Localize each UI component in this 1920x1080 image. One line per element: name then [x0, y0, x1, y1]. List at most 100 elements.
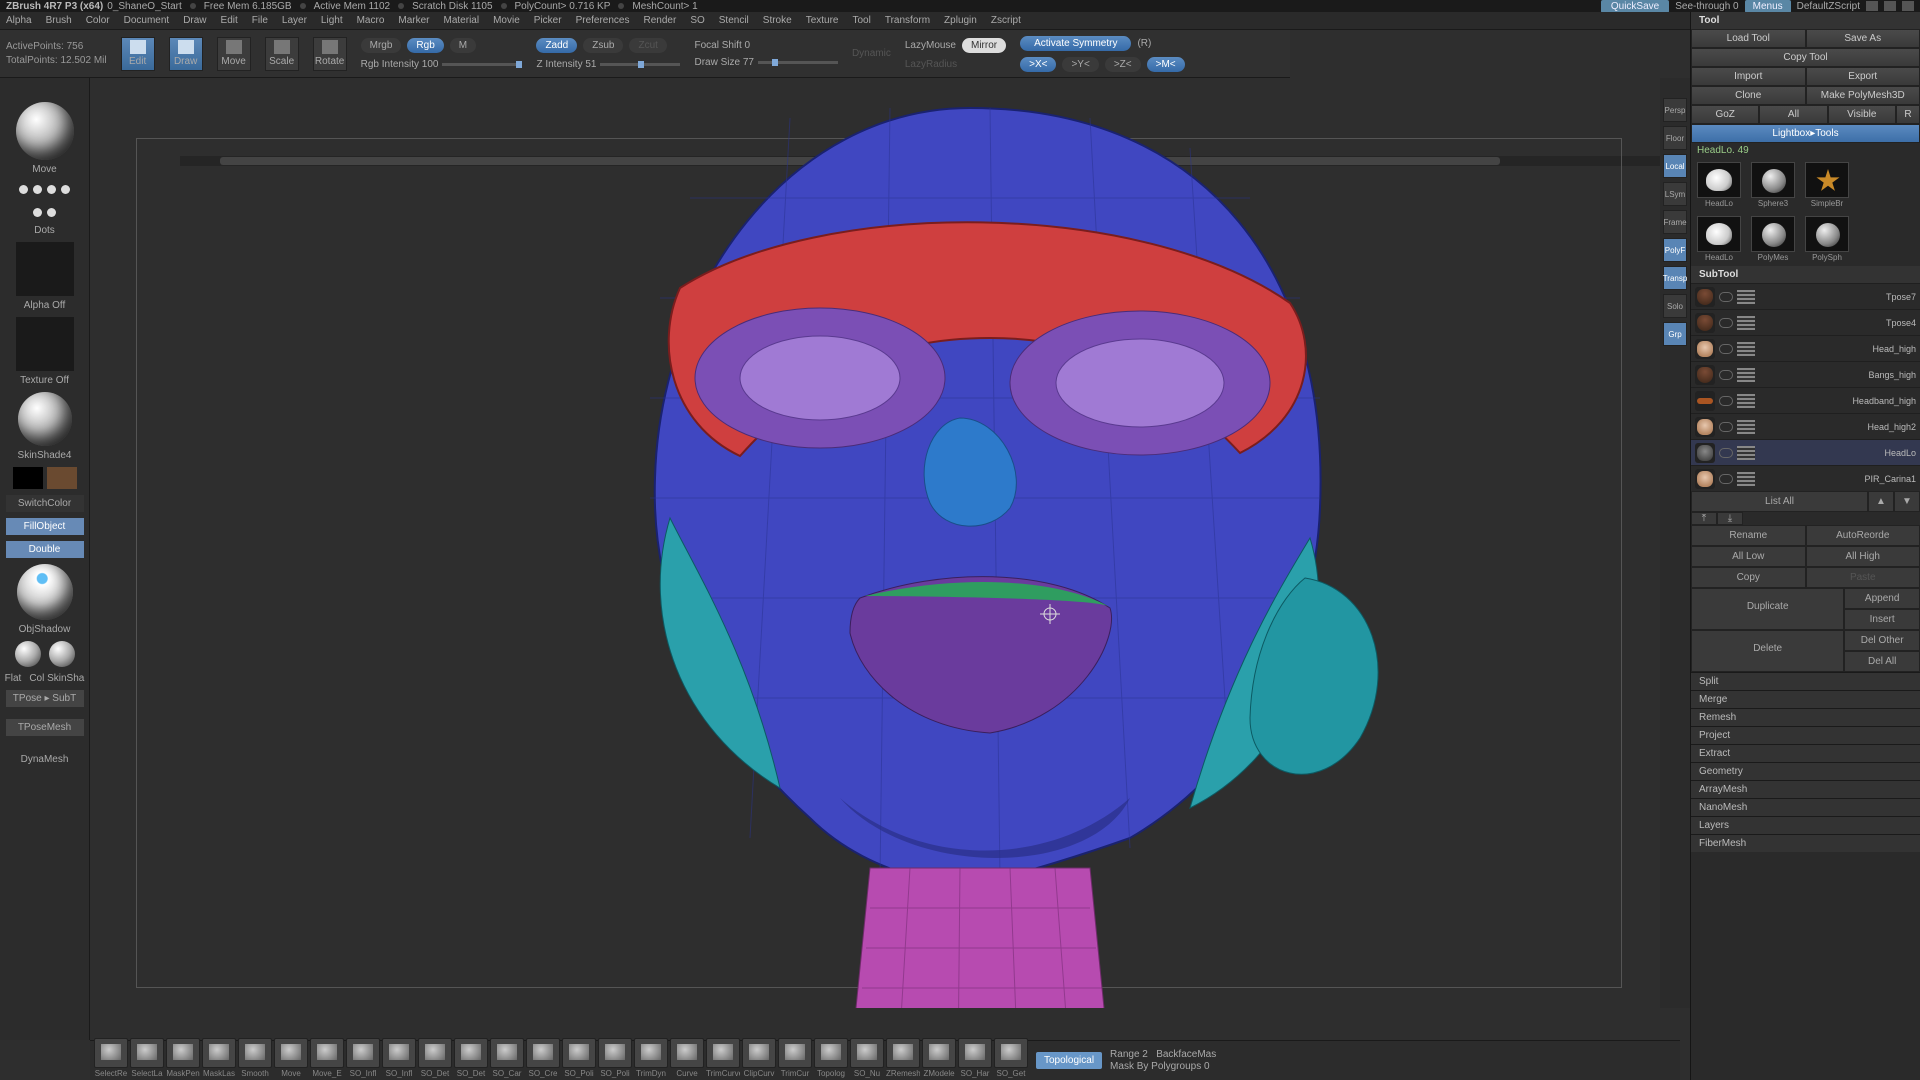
lsym-toggle[interactable]: LSym [1663, 182, 1687, 206]
seethrough-slider[interactable]: See-through 0 [1675, 1, 1738, 12]
layers-section[interactable]: Layers [1691, 816, 1920, 834]
menu-zplugin[interactable]: Zplugin [944, 15, 977, 26]
shelf-brush-19[interactable]: TrimCur [778, 1038, 812, 1078]
menu-material[interactable]: Material [444, 15, 480, 26]
rgb-intensity-slider[interactable]: Rgb Intensity 100 [361, 59, 523, 70]
menu-alpha[interactable]: Alpha [6, 15, 32, 26]
move-bottom-button[interactable]: ⤓ [1717, 512, 1743, 525]
del-all-button[interactable]: Del All [1844, 651, 1920, 672]
shelf-brush-23[interactable]: ZModele [922, 1038, 956, 1078]
dynamesh-button[interactable]: DynaMesh [21, 754, 69, 765]
shelf-brush-10[interactable]: SO_Det [454, 1038, 488, 1078]
frame-button[interactable]: Frame [1663, 210, 1687, 234]
menu-picker[interactable]: Picker [534, 15, 562, 26]
shelf-brush-4[interactable]: Smooth [238, 1038, 272, 1078]
shelf-brush-16[interactable]: Curve [670, 1038, 704, 1078]
menu-tool[interactable]: Tool [852, 15, 870, 26]
geometry-section[interactable]: Geometry [1691, 762, 1920, 780]
viewport[interactable] [90, 78, 1660, 1008]
menu-color[interactable]: Color [86, 15, 110, 26]
all-high-button[interactable]: All High [1806, 546, 1920, 567]
shelf-brush-13[interactable]: SO_Poli [562, 1038, 596, 1078]
all-low-button[interactable]: All Low [1691, 546, 1806, 567]
polyf-toggle[interactable]: PolyF [1663, 238, 1687, 262]
minimize-icon[interactable] [1866, 1, 1878, 11]
draw-mode-button[interactable]: Draw [169, 37, 203, 71]
shelf-brush-9[interactable]: SO_Det [418, 1038, 452, 1078]
subtool-row[interactable]: Tpose4 [1691, 309, 1920, 335]
eye-icon[interactable] [1719, 448, 1733, 458]
eye-icon[interactable] [1719, 422, 1733, 432]
scale-mode-button[interactable]: Scale [265, 37, 299, 71]
del-other-button[interactable]: Del Other [1844, 630, 1920, 651]
menu-movie[interactable]: Movie [493, 15, 520, 26]
zsub-toggle[interactable]: Zsub [583, 38, 623, 53]
tool-thumb-4[interactable]: PolyMes [1749, 216, 1797, 262]
list-all-button[interactable]: List All [1691, 491, 1868, 512]
menu-render[interactable]: Render [644, 15, 677, 26]
autoreorder-button[interactable]: AutoReorde [1806, 525, 1920, 546]
append-button[interactable]: Append [1844, 588, 1920, 609]
subtool-row[interactable]: HeadLo [1691, 439, 1920, 465]
copy-button[interactable]: Copy [1691, 567, 1806, 588]
shelf-brush-24[interactable]: SO_Har [958, 1038, 992, 1078]
transp-toggle[interactable]: Transp [1663, 266, 1687, 290]
paste-button[interactable]: Paste [1806, 567, 1920, 588]
goz-all-button[interactable]: All [1759, 105, 1827, 124]
fillobject-button[interactable]: FillObject [6, 518, 84, 535]
local-toggle[interactable]: Local [1663, 154, 1687, 178]
m-toggle[interactable]: M [450, 38, 476, 53]
solo-toggle[interactable]: Solo [1663, 294, 1687, 318]
subtool-row[interactable]: Headband_high [1691, 387, 1920, 413]
rotate-mode-button[interactable]: Rotate [313, 37, 347, 71]
sym-m-toggle[interactable]: >M< [1147, 57, 1185, 72]
save-as-button[interactable]: Save As [1806, 29, 1920, 48]
move-top-button[interactable]: ⤒ [1691, 512, 1717, 525]
split-section[interactable]: Split [1691, 672, 1920, 690]
floor-toggle[interactable]: Floor [1663, 126, 1687, 150]
menus-toggle[interactable]: Menus [1745, 0, 1791, 13]
export-button[interactable]: Export [1806, 67, 1920, 86]
tool-thumb-3[interactable]: HeadLo [1695, 216, 1743, 262]
menu-file[interactable]: File [252, 15, 268, 26]
fibermesh-section[interactable]: FiberMesh [1691, 834, 1920, 852]
eye-icon[interactable] [1719, 474, 1733, 484]
menu-macro[interactable]: Macro [357, 15, 385, 26]
topological-toggle[interactable]: Topological [1036, 1052, 1102, 1069]
subtool-header[interactable]: SubTool [1691, 266, 1920, 283]
move-up-button[interactable]: ▲ [1868, 491, 1894, 512]
remesh-section[interactable]: Remesh [1691, 708, 1920, 726]
rename-button[interactable]: Rename [1691, 525, 1806, 546]
subtool-row[interactable]: Head_high2 [1691, 413, 1920, 439]
shadow-thumb[interactable] [17, 564, 73, 620]
shelf-brush-1[interactable]: SelectLa [130, 1038, 164, 1078]
subtool-row[interactable]: Bangs_high [1691, 361, 1920, 387]
menu-document[interactable]: Document [124, 15, 170, 26]
menu-preferences[interactable]: Preferences [576, 15, 630, 26]
make-polymesh-button[interactable]: Make PolyMesh3D [1806, 86, 1920, 105]
move-mode-button[interactable]: Move [217, 37, 251, 71]
alpha-thumb[interactable] [16, 242, 74, 296]
insert-button[interactable]: Insert [1844, 609, 1920, 630]
color-swatches[interactable] [13, 467, 77, 489]
eye-icon[interactable] [1719, 370, 1733, 380]
project-section[interactable]: Project [1691, 726, 1920, 744]
shelf-brush-20[interactable]: Topolog [814, 1038, 848, 1078]
eye-icon[interactable] [1719, 292, 1733, 302]
shelf-brush-11[interactable]: SO_Car [490, 1038, 524, 1078]
eye-icon[interactable] [1719, 318, 1733, 328]
shelf-brush-3[interactable]: MaskLas [202, 1038, 236, 1078]
tool-thumb-2[interactable]: SimpleBr [1803, 162, 1851, 208]
brush-thumb[interactable] [16, 102, 74, 160]
quicksave-button[interactable]: QuickSave [1601, 0, 1669, 13]
tool-thumb-1[interactable]: Sphere3 [1749, 162, 1797, 208]
menu-brush[interactable]: Brush [46, 15, 72, 26]
menu-stroke[interactable]: Stroke [763, 15, 792, 26]
shelf-brush-18[interactable]: ClipCurv [742, 1038, 776, 1078]
zadd-toggle[interactable]: Zadd [536, 38, 577, 53]
clone-button[interactable]: Clone [1691, 86, 1806, 105]
menu-layer[interactable]: Layer [282, 15, 307, 26]
edit-mode-button[interactable]: Edit [121, 37, 155, 71]
goz-button[interactable]: GoZ [1691, 105, 1759, 124]
menu-so[interactable]: SO [690, 15, 704, 26]
